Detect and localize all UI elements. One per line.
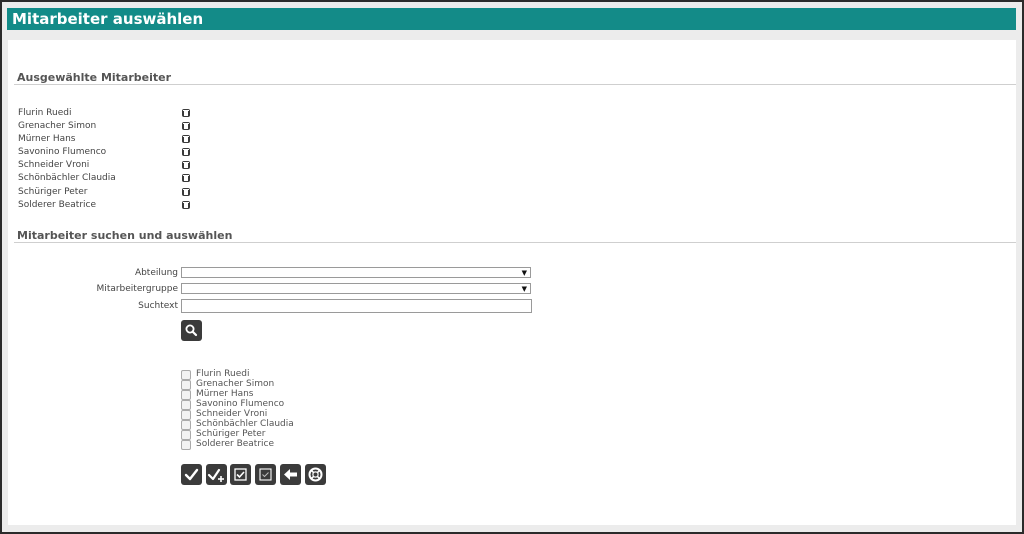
selected-list: Flurin Ruedi Grenacher Simon Mürner Hans Sa… bbox=[18, 107, 198, 212]
selected-employee-row: Schneider Vroni bbox=[18, 159, 198, 172]
abteilung-label: Abteilung bbox=[134, 268, 178, 278]
select-all-icon bbox=[234, 468, 247, 481]
selected-employee-row: Schüriger Peter bbox=[18, 186, 198, 199]
trash-icon[interactable] bbox=[182, 109, 190, 117]
help-button[interactable] bbox=[305, 464, 326, 485]
mitarbeitergruppe-select[interactable]: ▼ bbox=[181, 283, 531, 294]
selected-employee-name: Solderer Beatrice bbox=[18, 199, 97, 210]
selected-employee-name: Flurin Ruedi bbox=[18, 108, 72, 118]
result-checkbox[interactable] bbox=[181, 370, 191, 380]
gruppe-label: Mitarbeitergruppe bbox=[96, 284, 178, 294]
result-checkbox[interactable] bbox=[181, 420, 191, 430]
confirm-button[interactable] bbox=[181, 464, 202, 485]
search-heading: Mitarbeiter suchen und auswählen bbox=[17, 229, 233, 242]
trash-icon[interactable] bbox=[182, 161, 190, 170]
result-employee-name: Flurin Ruedi bbox=[196, 369, 250, 379]
selected-employee-name: Schüriger Peter bbox=[18, 186, 88, 197]
magnifier-icon bbox=[185, 324, 198, 337]
trash-icon[interactable] bbox=[182, 135, 190, 144]
selected-employee-name: Mürner Hans bbox=[18, 134, 76, 145]
abteilung-select[interactable]: ▼ bbox=[181, 267, 531, 278]
result-checkbox[interactable] bbox=[181, 400, 191, 410]
selected-employee-row: Solderer Beatrice bbox=[18, 199, 198, 212]
trash-icon[interactable] bbox=[182, 187, 190, 196]
result-employee-name: Schüriger Peter bbox=[196, 429, 266, 439]
result-employee-name: Savonino Flumenco bbox=[196, 399, 285, 409]
checkmark-plus-icon bbox=[207, 468, 224, 482]
divider bbox=[14, 84, 1016, 85]
back-button[interactable] bbox=[280, 464, 301, 485]
trash-icon[interactable] bbox=[182, 200, 190, 209]
dropdown-arrow-icon: ▼ bbox=[521, 269, 527, 277]
result-checkbox[interactable] bbox=[181, 410, 191, 420]
content-panel: Ausgewählte Mitarbeiter Flurin Ruedi Gren… bbox=[8, 40, 1016, 525]
window-frame: Mitarbeiter auswählen Ausgewählte Mitarb… bbox=[2, 2, 1022, 532]
result-employee-name: Schneider Vroni bbox=[196, 409, 268, 419]
result-checkbox[interactable] bbox=[181, 430, 191, 440]
search-button[interactable] bbox=[181, 320, 202, 341]
selected-employee-row: Mürner Hans bbox=[18, 133, 198, 146]
selected-employee-row: Flurin Ruedi bbox=[18, 107, 198, 120]
deselect-all-icon bbox=[259, 468, 272, 481]
checkmark-icon bbox=[184, 468, 199, 481]
result-checkbox[interactable] bbox=[181, 440, 191, 450]
deselect-all-button[interactable] bbox=[255, 464, 276, 485]
window-title: Mitarbeiter auswählen bbox=[7, 8, 1016, 30]
selected-employee-name: Schönbächler Claudia bbox=[18, 173, 116, 184]
result-employee-name: Grenacher Simon bbox=[196, 379, 275, 389]
result-employee-name: Schönbächler Claudia bbox=[196, 419, 294, 429]
trash-icon[interactable] bbox=[182, 148, 190, 157]
trash-icon[interactable] bbox=[182, 174, 190, 183]
lifebuoy-icon bbox=[308, 467, 323, 482]
result-checkbox[interactable] bbox=[181, 390, 191, 400]
selected-employee-name: Savonino Flumenco bbox=[18, 147, 107, 158]
back-arrow-icon bbox=[284, 469, 297, 480]
selected-employee-name: Schneider Vroni bbox=[18, 160, 90, 171]
selected-employee-row: Savonino Flumenco bbox=[18, 146, 198, 159]
dropdown-arrow-icon: ▼ bbox=[521, 285, 527, 293]
result-employee-name: Solderer Beatrice bbox=[196, 439, 275, 449]
result-checkbox[interactable] bbox=[181, 380, 191, 390]
selected-employee-name: Grenacher Simon bbox=[18, 121, 97, 132]
selected-heading: Ausgewählte Mitarbeiter bbox=[17, 71, 172, 84]
confirm-add-button[interactable] bbox=[206, 464, 227, 485]
selected-employee-row: Schönbächler Claudia bbox=[18, 172, 198, 185]
divider bbox=[14, 242, 1016, 243]
suchtext-label: Suchtext bbox=[138, 301, 178, 311]
suchtext-input[interactable] bbox=[181, 299, 532, 313]
trash-icon[interactable] bbox=[182, 122, 190, 131]
selected-employee-row: Grenacher Simon bbox=[18, 120, 198, 133]
select-all-button[interactable] bbox=[230, 464, 251, 485]
result-employee-name: Mürner Hans bbox=[196, 389, 254, 399]
